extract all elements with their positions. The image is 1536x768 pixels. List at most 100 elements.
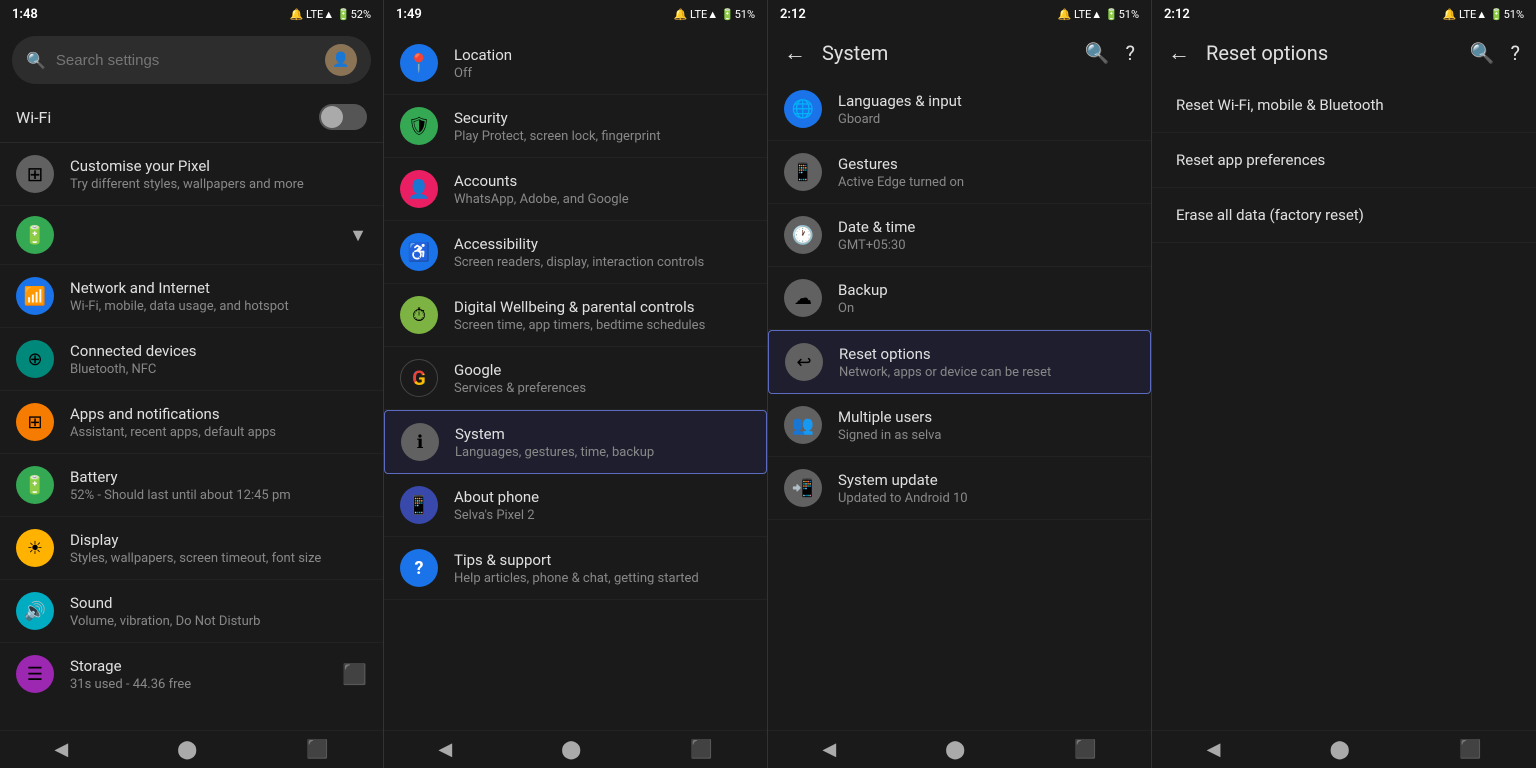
panel3-title: System bbox=[822, 41, 1069, 65]
system-item[interactable]: ℹ System Languages, gestures, time, back… bbox=[384, 410, 767, 474]
back-button-4[interactable]: ← bbox=[1168, 40, 1190, 66]
datetime-item[interactable]: 🕐 Date & time GMT+05:30 bbox=[768, 204, 1151, 267]
panel3-header: ← System 🔍 ? bbox=[768, 28, 1151, 78]
wifi-toggle[interactable] bbox=[319, 104, 367, 130]
status-bar-2: 1:49 🔔 LTE▲ 🔋51% bbox=[384, 0, 767, 28]
recents-nav-3-icon[interactable]: ⬛ bbox=[1074, 739, 1096, 760]
security-icon: 🛡 bbox=[400, 107, 438, 145]
home-nav-4-icon[interactable]: ⬤ bbox=[1330, 739, 1350, 760]
google-item[interactable]: G Google Services & preferences bbox=[384, 347, 767, 410]
wellbeing-icon: ⏱ bbox=[400, 296, 438, 334]
panel-2: 1:49 🔔 LTE▲ 🔋51% 📍 Location Off 🛡 Securi… bbox=[384, 0, 768, 768]
accessibility-item[interactable]: ♿ Accessibility Screen readers, display,… bbox=[384, 221, 767, 284]
status-icons-1: 🔔 LTE▲ 🔋52% bbox=[290, 8, 371, 21]
storage-icon: ☰ bbox=[16, 655, 54, 693]
back-button-3[interactable]: ← bbox=[784, 40, 806, 66]
customize-title: Customise your Pixel bbox=[70, 157, 367, 175]
home-nav-2-icon[interactable]: ⬤ bbox=[561, 739, 581, 760]
recents-nav-icon[interactable]: ⬛ bbox=[306, 739, 328, 760]
customize-icon: ⊞ bbox=[16, 155, 54, 193]
status-bar-4: 2:12 🔔 LTE▲ 🔋51% bbox=[1152, 0, 1536, 28]
panel3-scroll: 🌐 Languages & input Gboard 📱 Gestures Ac… bbox=[768, 78, 1151, 730]
battery-collapse[interactable]: 🔋 ▼ bbox=[0, 206, 383, 265]
battery-icon: 🔋 bbox=[16, 466, 54, 504]
security-item[interactable]: 🛡 Security Play Protect, screen lock, fi… bbox=[384, 95, 767, 158]
storage-item[interactable]: ☰ Storage 31s used - 44.36 free ⬛ bbox=[0, 643, 383, 705]
accounts-icon: 👤 bbox=[400, 170, 438, 208]
languages-icon: 🌐 bbox=[784, 90, 822, 128]
search-header-icon-4[interactable]: 🔍 bbox=[1470, 41, 1495, 65]
search-input[interactable] bbox=[56, 52, 315, 69]
reset-app-prefs-item[interactable]: Reset app preferences bbox=[1152, 133, 1536, 188]
connected-icon: ⊕ bbox=[16, 340, 54, 378]
back-nav-3-icon[interactable]: ◀ bbox=[822, 739, 836, 760]
panel-3: 2:12 🔔 LTE▲ 🔋51% ← System 🔍 ? 🌐 Language… bbox=[768, 0, 1152, 768]
back-nav-icon[interactable]: ◀ bbox=[54, 739, 68, 760]
wifi-row: Wi-Fi bbox=[0, 92, 383, 143]
battery-collapse-icon: 🔋 bbox=[16, 216, 54, 254]
reset-app-label: Reset app preferences bbox=[1176, 151, 1512, 169]
nav-bar-3: ◀ ⬤ ⬛ bbox=[768, 730, 1151, 768]
recents-nav-4-icon[interactable]: ⬛ bbox=[1459, 739, 1481, 760]
customize-pixel-item[interactable]: ⊞ Customise your Pixel Try different sty… bbox=[0, 143, 383, 206]
panel4-header: ← Reset options 🔍 ? bbox=[1152, 28, 1536, 78]
avatar[interactable]: 👤 bbox=[325, 44, 357, 76]
customize-sub: Try different styles, wallpapers and mor… bbox=[70, 177, 367, 192]
display-item[interactable]: ☀ Display Styles, wallpapers, screen tim… bbox=[0, 517, 383, 580]
toggle-knob bbox=[321, 106, 343, 128]
time-2: 1:49 bbox=[396, 7, 422, 22]
sound-item[interactable]: 🔊 Sound Volume, vibration, Do Not Distur… bbox=[0, 580, 383, 643]
erase-data-label: Erase all data (factory reset) bbox=[1176, 206, 1512, 224]
google-icon: G bbox=[400, 359, 438, 397]
status-icons-3: 🔔 LTE▲ 🔋51% bbox=[1058, 8, 1139, 21]
search-bar[interactable]: 🔍 👤 bbox=[12, 36, 371, 84]
search-icon: 🔍 bbox=[26, 51, 46, 70]
datetime-icon: 🕐 bbox=[784, 216, 822, 254]
storage-square-icon: ⬛ bbox=[342, 662, 367, 686]
recents-nav-2-icon[interactable]: ⬛ bbox=[690, 739, 712, 760]
languages-item[interactable]: 🌐 Languages & input Gboard bbox=[768, 78, 1151, 141]
home-nav-icon[interactable]: ⬤ bbox=[177, 739, 197, 760]
system-update-item[interactable]: 📲 System update Updated to Android 10 bbox=[768, 457, 1151, 520]
reset-wifi-item[interactable]: Reset Wi-Fi, mobile & Bluetooth bbox=[1152, 78, 1536, 133]
back-nav-2-icon[interactable]: ◀ bbox=[438, 739, 452, 760]
accounts-item[interactable]: 👤 Accounts WhatsApp, Adobe, and Google bbox=[384, 158, 767, 221]
apps-icon: ⊞ bbox=[16, 403, 54, 441]
digital-wellbeing-item[interactable]: ⏱ Digital Wellbeing & parental controls … bbox=[384, 284, 767, 347]
accessibility-icon: ♿ bbox=[400, 233, 438, 271]
network-item[interactable]: 📶 Network and Internet Wi-Fi, mobile, da… bbox=[0, 265, 383, 328]
connected-devices-item[interactable]: ⊕ Connected devices Bluetooth, NFC bbox=[0, 328, 383, 391]
back-nav-4-icon[interactable]: ◀ bbox=[1207, 739, 1221, 760]
status-bar-3: 2:12 🔔 LTE▲ 🔋51% bbox=[768, 0, 1151, 28]
erase-data-item[interactable]: Erase all data (factory reset) bbox=[1152, 188, 1536, 243]
wifi-label: Wi-Fi bbox=[16, 108, 51, 127]
gestures-item[interactable]: 📱 Gestures Active Edge turned on bbox=[768, 141, 1151, 204]
sound-icon: 🔊 bbox=[16, 592, 54, 630]
panel4-title: Reset options bbox=[1206, 41, 1454, 65]
home-nav-3-icon[interactable]: ⬤ bbox=[945, 739, 965, 760]
display-icon: ☀ bbox=[16, 529, 54, 567]
panel-1: 1:48 🔔 LTE▲ 🔋52% 🔍 👤 Wi-Fi ⊞ Customise y… bbox=[0, 0, 384, 768]
reset-options-item[interactable]: ↩ Reset options Network, apps or device … bbox=[768, 330, 1151, 394]
location-item[interactable]: 📍 Location Off bbox=[384, 32, 767, 95]
battery-item[interactable]: 🔋 Battery 52% - Should last until about … bbox=[0, 454, 383, 517]
help-icon-3[interactable]: ? bbox=[1126, 41, 1135, 65]
multiple-users-item[interactable]: 👥 Multiple users Signed in as selva bbox=[768, 394, 1151, 457]
customize-text: Customise your Pixel Try different style… bbox=[70, 157, 367, 192]
system-icon: ℹ bbox=[401, 423, 439, 461]
nav-bar-2: ◀ ⬤ ⬛ bbox=[384, 730, 767, 768]
status-icons-4: 🔔 LTE▲ 🔋51% bbox=[1443, 8, 1524, 21]
panel1-scroll: 📶 Network and Internet Wi-Fi, mobile, da… bbox=[0, 265, 383, 730]
network-icon: 📶 bbox=[16, 277, 54, 315]
time-4: 2:12 bbox=[1164, 7, 1190, 22]
apps-notifications-item[interactable]: ⊞ Apps and notifications Assistant, rece… bbox=[0, 391, 383, 454]
about-phone-item[interactable]: 📱 About phone Selva's Pixel 2 bbox=[384, 474, 767, 537]
panel4-scroll: Reset Wi-Fi, mobile & Bluetooth Reset ap… bbox=[1152, 78, 1536, 730]
nav-bar-1: ◀ ⬤ ⬛ bbox=[0, 730, 383, 768]
backup-item[interactable]: ☁ Backup On bbox=[768, 267, 1151, 330]
search-header-icon-3[interactable]: 🔍 bbox=[1085, 41, 1110, 65]
reset-wifi-label: Reset Wi-Fi, mobile & Bluetooth bbox=[1176, 96, 1512, 114]
tips-support-item[interactable]: ? Tips & support Help articles, phone & … bbox=[384, 537, 767, 600]
reset-options-icon: ↩ bbox=[785, 343, 823, 381]
help-icon-4[interactable]: ? bbox=[1511, 41, 1520, 65]
